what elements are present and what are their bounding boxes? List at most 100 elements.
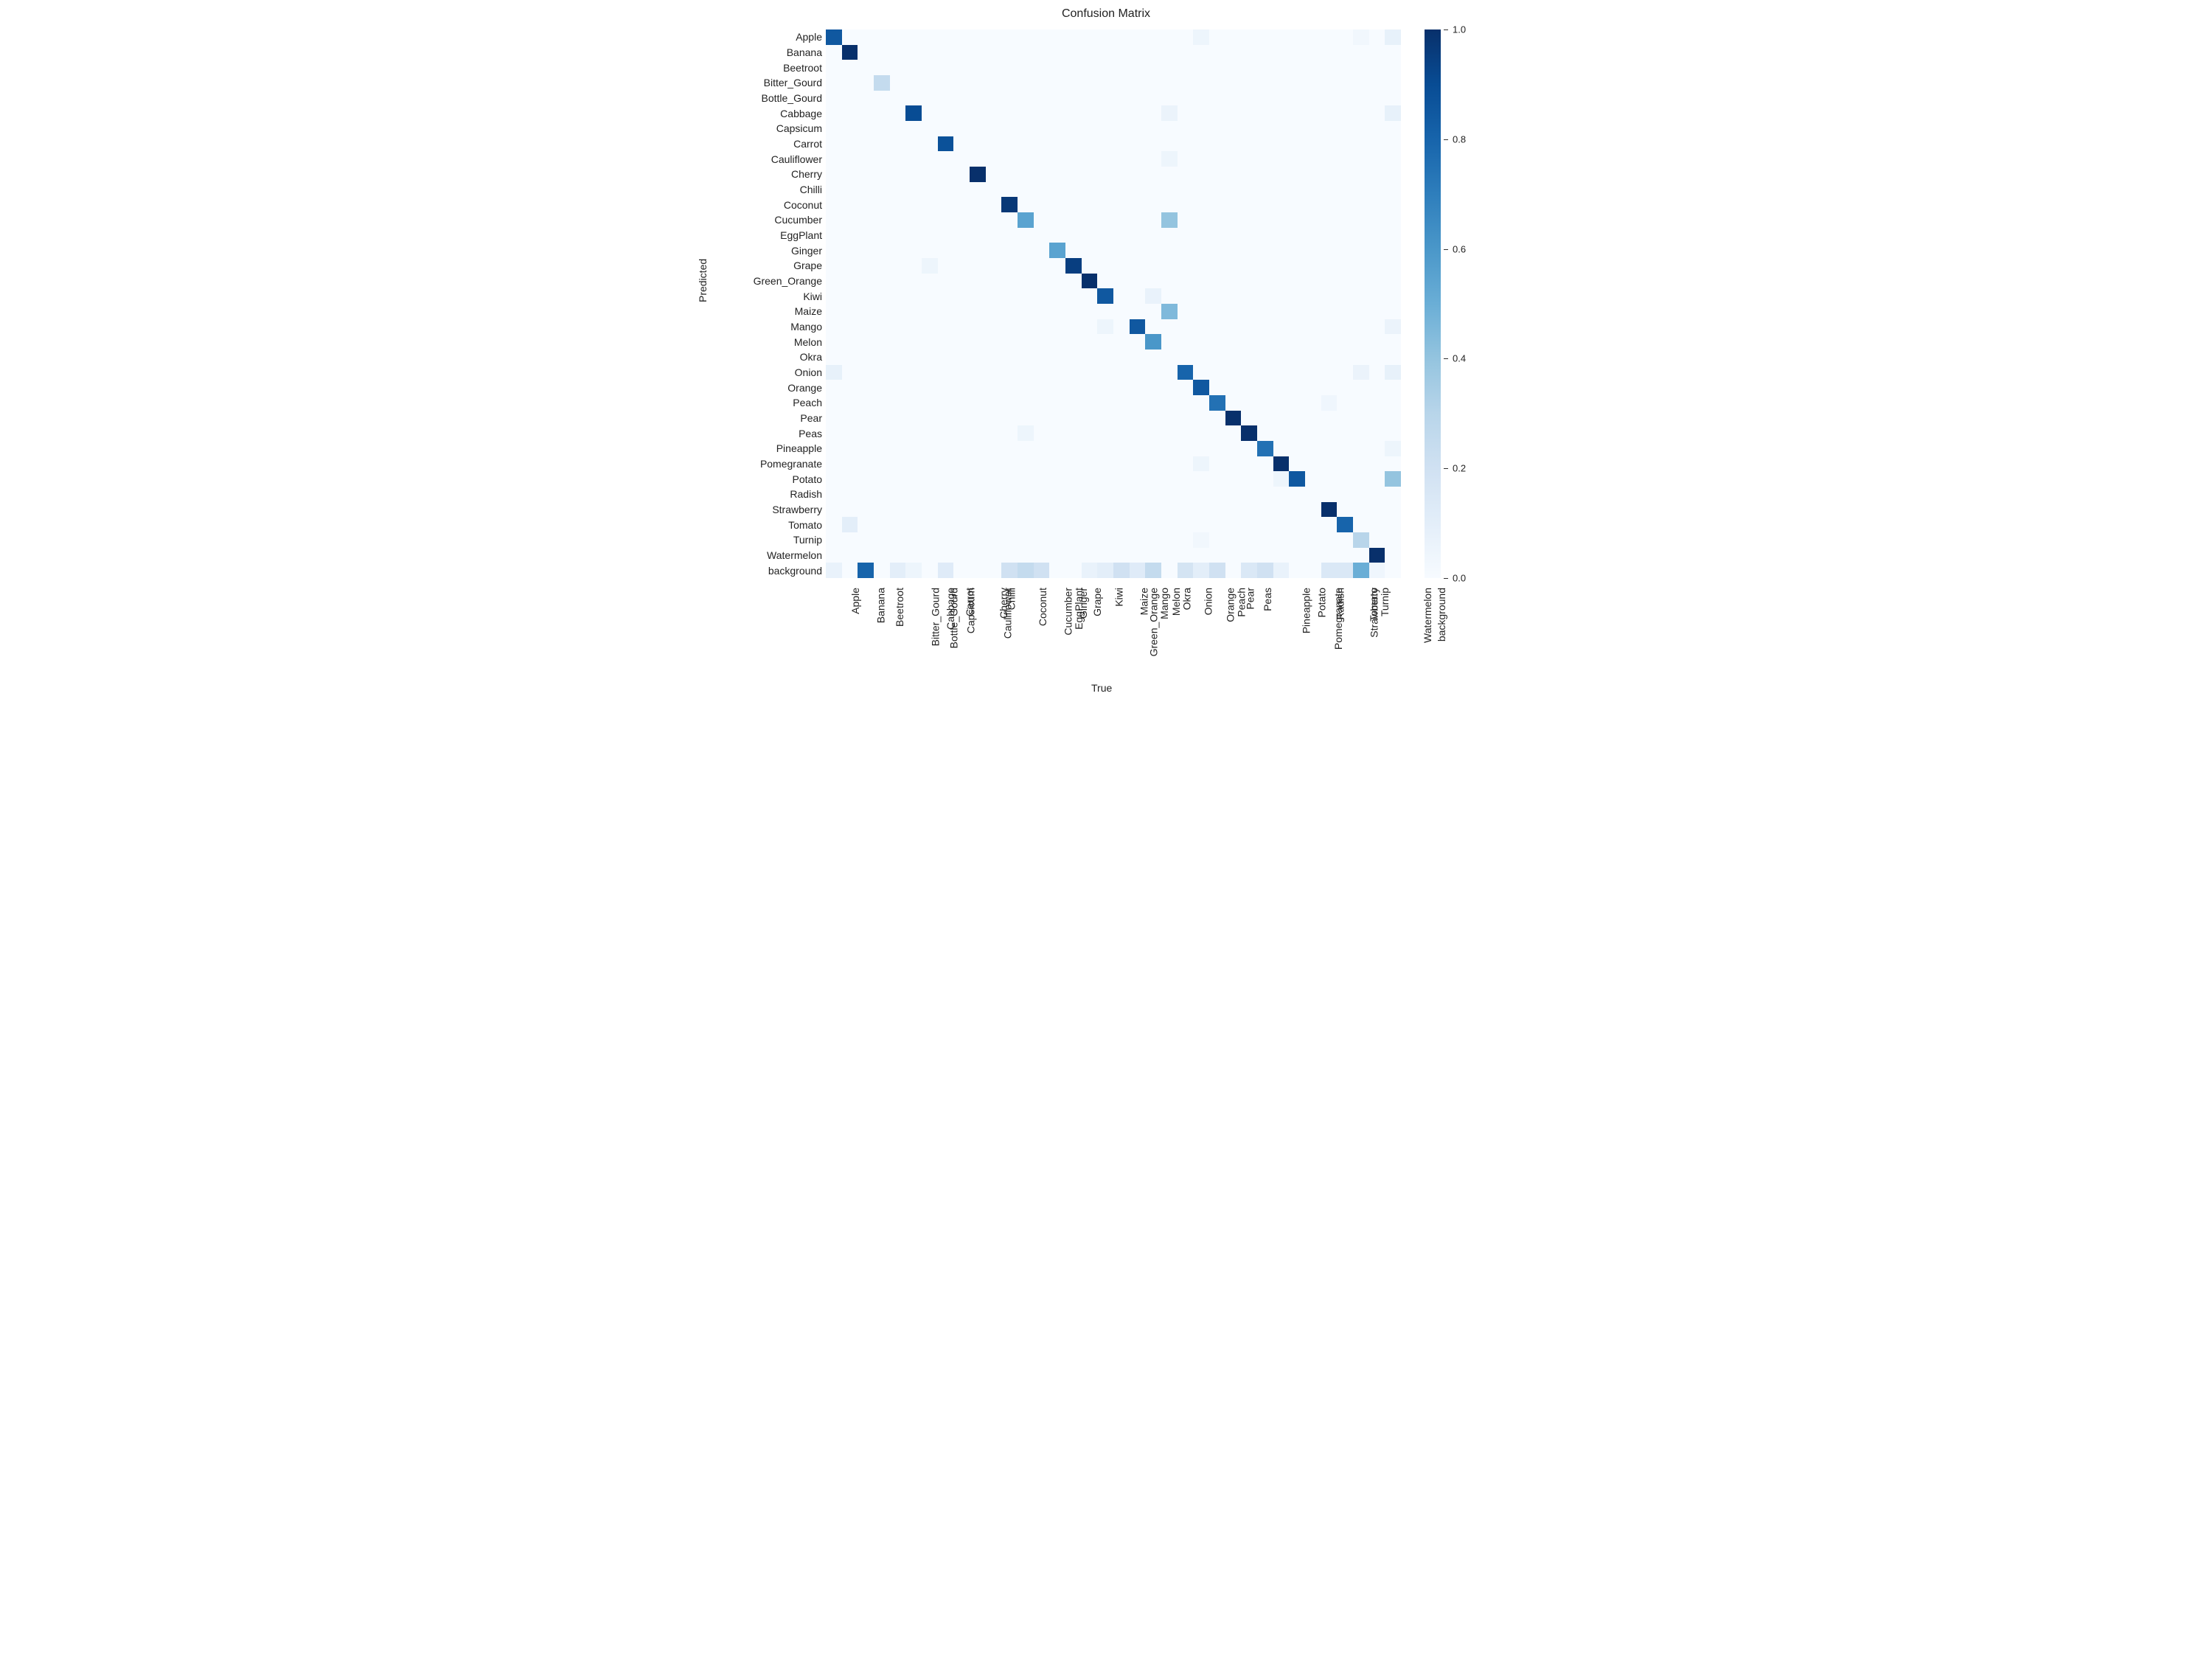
heatmap-cell (1178, 45, 1194, 60)
y-tick-label: Pineapple (776, 443, 822, 453)
heatmap-cell (986, 75, 1002, 91)
heatmap-cell (1018, 456, 1034, 472)
heatmap-cell (1161, 456, 1178, 472)
heatmap-cell (1082, 136, 1098, 152)
heatmap-cell (890, 502, 906, 518)
heatmap-cell (970, 365, 986, 380)
heatmap-cell (874, 258, 890, 274)
heatmap-cell (1369, 471, 1385, 487)
heatmap-cell (1273, 243, 1290, 258)
heatmap-cell (1353, 411, 1369, 426)
heatmap-cell (826, 487, 842, 502)
heatmap-cell (1369, 456, 1385, 472)
heatmap-cell (858, 121, 874, 136)
heatmap-row (826, 487, 1401, 502)
heatmap-cell (1353, 258, 1369, 274)
x-axis-label: True (1091, 682, 1112, 694)
heatmap-cell (1353, 182, 1369, 198)
heatmap-cell (1161, 349, 1178, 365)
heatmap-cell (890, 411, 906, 426)
heatmap-cell (1082, 258, 1098, 274)
heatmap-cell (1034, 197, 1050, 212)
heatmap-cell (1225, 228, 1242, 243)
heatmap-cell (938, 365, 954, 380)
heatmap-cell (1337, 167, 1353, 182)
heatmap-cell (1049, 151, 1065, 167)
heatmap-cell (1273, 60, 1290, 75)
heatmap-cell (874, 517, 890, 532)
y-tick-label: Ginger (791, 246, 822, 256)
heatmap-cell (1130, 380, 1146, 395)
heatmap-cell (1209, 197, 1225, 212)
heatmap-cell (890, 45, 906, 60)
heatmap-cell (1353, 136, 1369, 152)
heatmap-cell (1225, 487, 1242, 502)
heatmap-cell (1034, 380, 1050, 395)
x-tick-label: Cabbage (945, 588, 956, 630)
heatmap-cell (826, 91, 842, 106)
heatmap-cell (1034, 517, 1050, 532)
heatmap-cell (986, 532, 1002, 548)
heatmap-cell (1082, 349, 1098, 365)
heatmap-cell (1337, 136, 1353, 152)
heatmap-cell (1209, 395, 1225, 411)
heatmap-cell (905, 274, 922, 289)
x-tick-label: Cucumber (1062, 588, 1073, 636)
heatmap-cell (1305, 167, 1321, 182)
heatmap-cell (1178, 105, 1194, 121)
heatmap-cell (826, 395, 842, 411)
heatmap-cell (1225, 502, 1242, 518)
heatmap-cell (938, 548, 954, 563)
heatmap-cell (1178, 487, 1194, 502)
heatmap-cell (1097, 60, 1113, 75)
heatmap-cell (1193, 288, 1209, 304)
heatmap-cell (986, 380, 1002, 395)
heatmap-cell (1145, 29, 1161, 45)
heatmap-cell (1337, 319, 1353, 335)
heatmap-cell (1321, 456, 1338, 472)
heatmap-cell (1145, 441, 1161, 456)
heatmap-cell (938, 197, 954, 212)
heatmap-cell (1241, 29, 1257, 45)
heatmap-cell (1065, 274, 1082, 289)
heatmap-cell (1130, 334, 1146, 349)
heatmap-cell (953, 532, 970, 548)
heatmap-cell (986, 258, 1002, 274)
heatmap-cell (1193, 167, 1209, 182)
heatmap-cell (1034, 45, 1050, 60)
heatmap-cell (1034, 411, 1050, 426)
y-tick-label: Watermelon (767, 550, 822, 560)
heatmap-cell (1225, 60, 1242, 75)
heatmap-cell (1065, 228, 1082, 243)
heatmap-cell (1241, 380, 1257, 395)
heatmap-row (826, 197, 1401, 212)
heatmap-cell (1113, 75, 1130, 91)
heatmap-cell (1018, 228, 1034, 243)
heatmap-cell (1257, 243, 1273, 258)
heatmap-cell (986, 395, 1002, 411)
heatmap-cell (1225, 136, 1242, 152)
heatmap-cell (1225, 441, 1242, 456)
heatmap-cell (922, 121, 938, 136)
heatmap-cell (1097, 441, 1113, 456)
heatmap-cell (1065, 563, 1082, 578)
heatmap-cell (1353, 548, 1369, 563)
heatmap-cell (986, 425, 1002, 441)
heatmap-cell (1369, 411, 1385, 426)
heatmap-cell (1273, 274, 1290, 289)
heatmap-cell (1065, 121, 1082, 136)
heatmap-cell (1049, 349, 1065, 365)
heatmap-cell (1289, 29, 1305, 45)
x-tick-label: Grape (1092, 588, 1102, 616)
colorbar-tick-label: 1.0 (1453, 24, 1466, 35)
heatmap-cell (1273, 425, 1290, 441)
heatmap-cell (1001, 349, 1018, 365)
heatmap-cell (1353, 349, 1369, 365)
heatmap-cell (1145, 105, 1161, 121)
heatmap-cell (1257, 60, 1273, 75)
heatmap-cell (1385, 75, 1401, 91)
heatmap-cell (1065, 29, 1082, 45)
heatmap-cell (1193, 487, 1209, 502)
heatmap-cell (1225, 304, 1242, 319)
heatmap-cell (905, 121, 922, 136)
